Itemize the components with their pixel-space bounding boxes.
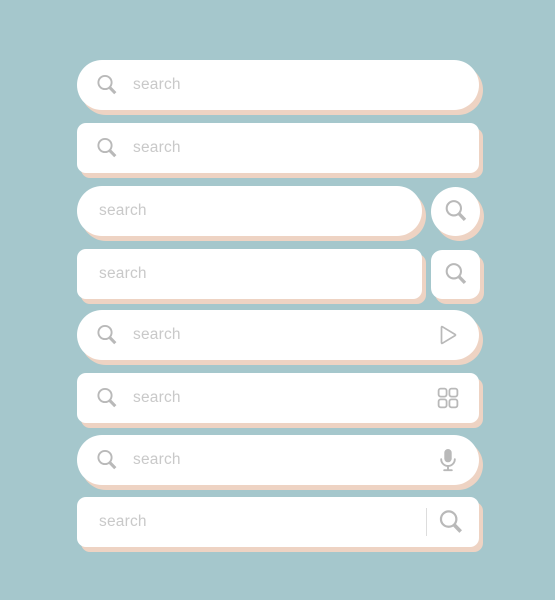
magnifier-icon (443, 198, 469, 224)
play-icon[interactable] (435, 322, 461, 348)
search-bar-6: search (77, 373, 479, 423)
search-field-5[interactable]: search (77, 310, 479, 360)
magnifier-icon (95, 323, 119, 347)
search-field-7[interactable]: search (77, 435, 479, 485)
search-bar-3: search (77, 186, 480, 236)
magnifier-icon (95, 448, 119, 472)
search-input-3[interactable]: search (99, 203, 147, 219)
microphone-icon[interactable] (435, 447, 461, 473)
search-input-7[interactable]: search (133, 452, 181, 468)
search-field-4[interactable]: search (77, 249, 422, 299)
search-bar-7: search (77, 435, 479, 485)
search-field-6[interactable]: search (77, 373, 479, 423)
magnifier-icon (443, 261, 469, 287)
search-field-1[interactable]: search (77, 60, 479, 110)
search-input-1[interactable]: search (133, 77, 181, 93)
magnifier-icon (95, 136, 119, 160)
search-bar-4: search (77, 249, 480, 299)
search-bar-8: search (77, 497, 479, 547)
search-input-2[interactable]: search (133, 140, 181, 156)
search-bar-collection: search search search search search searc… (0, 0, 555, 600)
search-bar-2: search (77, 123, 479, 173)
search-input-6[interactable]: search (133, 390, 181, 406)
search-input-8[interactable]: search (99, 514, 147, 530)
search-field-2[interactable]: search (77, 123, 479, 173)
search-field-3[interactable]: search (77, 186, 422, 236)
search-bar-1: search (77, 60, 479, 110)
search-submit-button-4[interactable] (431, 249, 480, 299)
search-bar-5: search (77, 310, 479, 360)
search-input-4[interactable]: search (99, 266, 147, 282)
field-divider (426, 508, 427, 536)
grid-icon[interactable] (435, 385, 461, 411)
magnifier-icon (95, 73, 119, 97)
magnifier-icon[interactable] (437, 508, 465, 536)
magnifier-icon (95, 386, 119, 410)
search-input-5[interactable]: search (133, 327, 181, 343)
search-submit-button-3[interactable] (431, 186, 480, 236)
search-field-8[interactable]: search (77, 497, 479, 547)
